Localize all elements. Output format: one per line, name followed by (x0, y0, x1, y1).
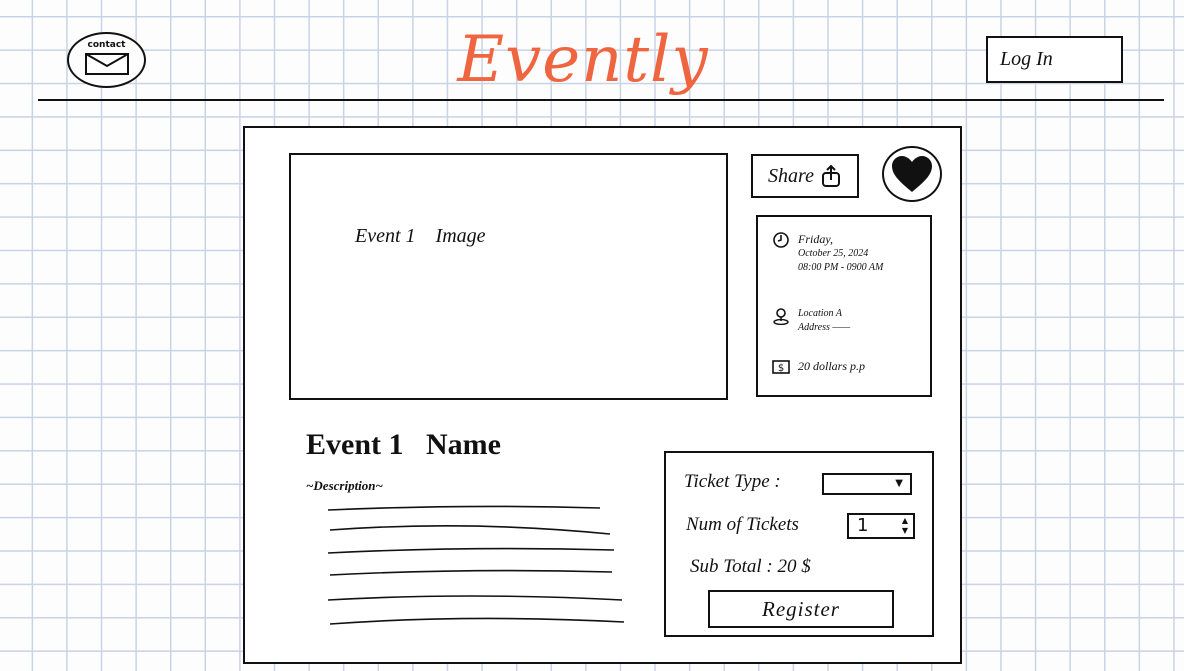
description-label: ~Description~ (306, 478, 383, 493)
quantity-stepper[interactable]: 1 ▲ ▼ (847, 513, 915, 539)
date-text: October 25, 2024 (798, 248, 869, 259)
clock-icon (773, 232, 789, 248)
contact-button[interactable]: contact (67, 32, 146, 88)
ticket-type-label: Ticket Type : (684, 471, 781, 492)
event-image (289, 153, 728, 400)
date-day: Friday, (798, 232, 833, 246)
time-text: 08:00 PM - 0900 AM (798, 262, 884, 273)
price-info: $ 20 dollars p.p (772, 358, 865, 376)
favorite-button[interactable] (882, 146, 942, 202)
dollar-icon: $ (772, 360, 790, 374)
heart-icon (892, 156, 932, 192)
price-text: 20 dollars p.p (798, 359, 866, 373)
event-image-label: Event 1 Image (355, 225, 486, 247)
location-info: Location A Address —— (772, 307, 850, 335)
logo: Evently (457, 23, 709, 97)
location-name: Location A (798, 308, 842, 319)
quantity-value: 1 (857, 515, 869, 536)
chevron-down-icon: ▼ (895, 478, 903, 489)
share-button[interactable]: Share (751, 154, 859, 198)
register-button[interactable]: Register (708, 590, 894, 628)
description-placeholder (327, 505, 625, 625)
subtotal-text: Sub Total : 20 $ (690, 556, 811, 577)
contact-label: contact (87, 40, 126, 50)
ticket-type-select[interactable]: ▼ (822, 473, 912, 495)
event-info-panel: Friday, October 25, 2024 08:00 PM - 0900… (756, 215, 932, 397)
event-name: Event 1 Name (306, 428, 501, 461)
location-address: Address —— (798, 322, 851, 333)
share-label: Share (768, 164, 814, 187)
share-icon (821, 164, 840, 187)
header-divider (38, 99, 1164, 101)
svg-text:$: $ (778, 363, 784, 374)
login-button[interactable]: Log In (986, 36, 1123, 83)
stepper-arrows-icon[interactable]: ▲ ▼ (901, 516, 909, 536)
date-info: Friday, October 25, 2024 08:00 PM - 0900… (772, 231, 883, 275)
location-pin-icon (773, 308, 789, 325)
mail-icon (84, 53, 129, 75)
num-tickets-label: Num of Tickets (686, 514, 799, 535)
